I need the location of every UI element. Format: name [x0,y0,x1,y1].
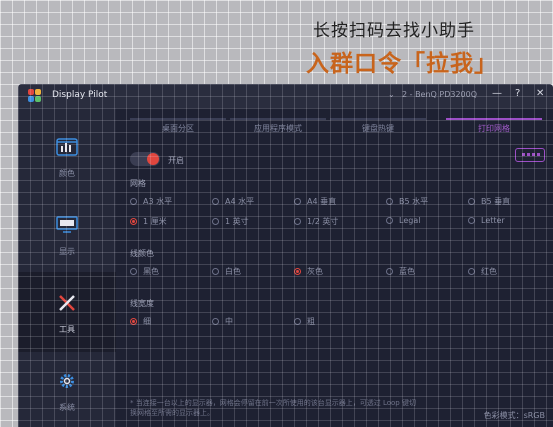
toggle-label: 开启 [168,156,184,165]
close-button[interactable]: ✕ [536,88,544,99]
sidebar-item-tools[interactable]: 工具 [18,272,116,352]
display-icon [56,216,78,233]
sidebar-item-label: 工具 [59,325,75,334]
line-width-thin[interactable]: 细 [130,316,151,327]
sidebar-item-color[interactable]: 颜色 [18,116,116,196]
sidebar: 颜色 显示 工具 系统 [18,108,116,427]
line-width-thick[interactable]: 粗 [294,316,315,327]
line-color-red[interactable]: 红色 [468,266,497,277]
grid-option-legal[interactable]: Legal [386,216,420,225]
app-logo-icon [28,89,42,103]
multi-monitor-note: * 当连接一台以上的显示器，网格会停留在前一次所使用的该台显示器上，可透过 Lo… [130,399,416,417]
line-color-section-title: 线颜色 [130,249,154,258]
tab-hotkeys[interactable]: 键盘热键 [330,118,426,136]
grid-section-title: 网格 [130,179,146,188]
print-grid-panel: 桌面分区 应用程序模式 键盘热键 打印网格 开启 网格 A3 水平 A4 水平 … [116,108,553,427]
line-color-gray[interactable]: 灰色 [294,266,323,277]
monitor-select[interactable]: 2 - BenQ PD3200Q [402,90,477,99]
grid-option-b5-v[interactable]: B5 垂直 [468,196,510,207]
sidebar-item-system[interactable]: 系统 [18,350,116,427]
grid-option-a3-h[interactable]: A3 水平 [130,196,172,207]
display-pilot-window: Display Pilot ⌄ 2 - BenQ PD3200Q — ? ✕ 颜… [18,84,553,427]
sidebar-item-display[interactable]: 显示 [18,194,116,274]
line-color-white[interactable]: 白色 [212,266,241,277]
line-width-medium[interactable]: 中 [212,316,233,327]
line-color-black[interactable]: 黑色 [130,266,159,277]
toggle-knob [147,153,159,165]
grid-option-1in[interactable]: 1 英寸 [212,216,249,227]
app-title: Display Pilot [52,90,108,100]
sidebar-item-label: 显示 [59,247,75,256]
grid-option-letter[interactable]: Letter [468,216,505,225]
chevron-down-icon[interactable]: ⌄ [388,90,395,99]
grid-option-a4-h[interactable]: A4 水平 [212,196,254,207]
tools-icon [59,295,75,311]
minimize-button[interactable]: — [492,88,502,99]
sidebar-item-label: 系统 [59,403,75,412]
grid-option-1cm[interactable]: 1 厘米 [130,216,167,227]
promo-line-1: 长按扫码去找小助手 [313,21,475,41]
line-width-section-title: 线宽度 [130,299,154,308]
tab-app-mode[interactable]: 应用程序模式 [230,118,326,136]
tab-bar: 桌面分区 应用程序模式 键盘热键 打印网格 [116,118,553,136]
promo-line-2: 入群口令「拉我」 [306,51,498,77]
gear-icon [60,374,74,388]
line-color-blue[interactable]: 蓝色 [386,266,415,277]
keyboard-icon[interactable] [515,148,545,162]
tab-print-grid[interactable]: 打印网格 [446,118,542,136]
grid-option-a4-v[interactable]: A4 垂直 [294,196,336,207]
grid-toggle[interactable] [130,152,160,166]
help-button[interactable]: ? [515,88,520,99]
tab-desktop-partition[interactable]: 桌面分区 [130,118,226,136]
grid-option-b5-h[interactable]: B5 水平 [386,196,428,207]
color-space-status: 色彩模式：sRGB [483,411,545,420]
grid-option-half-in[interactable]: 1/2 英寸 [294,216,338,227]
color-icon [56,138,78,156]
title-bar: Display Pilot ⌄ 2 - BenQ PD3200Q — ? ✕ [18,84,553,108]
sidebar-item-label: 颜色 [59,169,75,178]
